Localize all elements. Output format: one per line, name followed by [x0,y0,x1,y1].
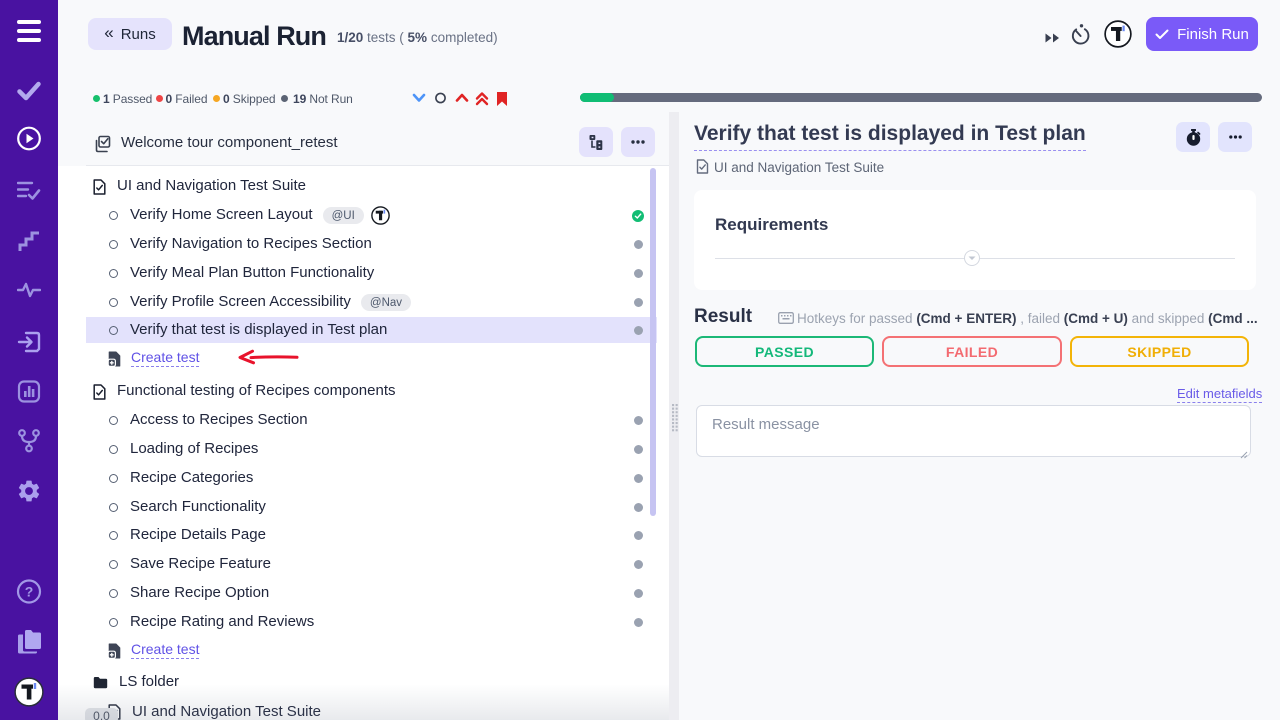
svg-text:?: ? [25,584,34,600]
